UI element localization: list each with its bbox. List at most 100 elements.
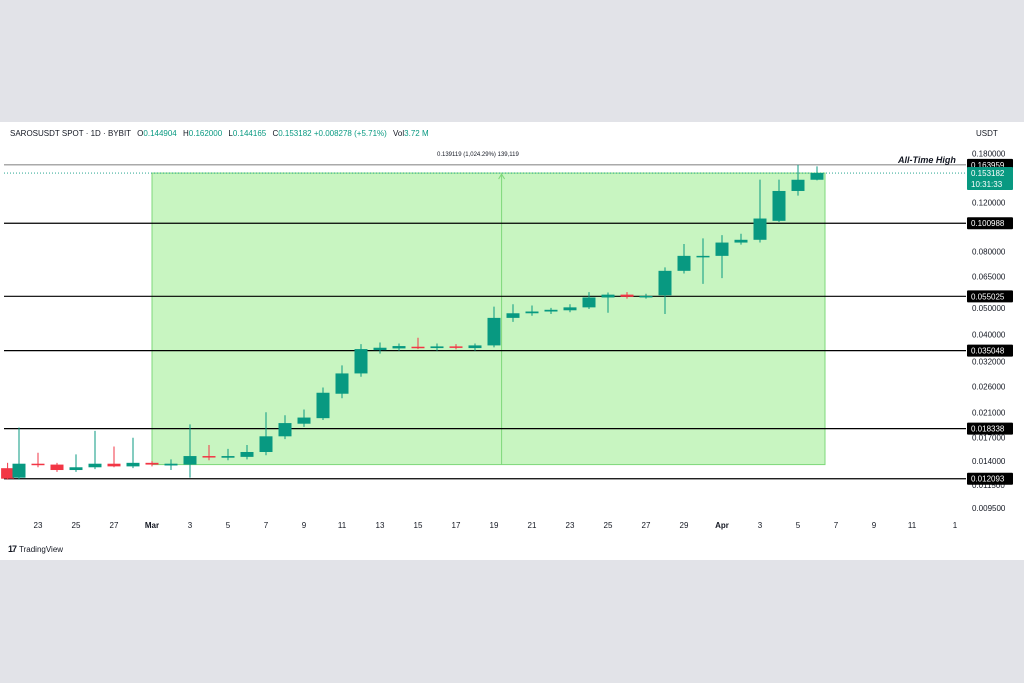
level-price-label: 0.055025 xyxy=(971,292,1005,301)
x-tick-label: 5 xyxy=(226,521,231,530)
x-tick-label: 7 xyxy=(834,521,839,530)
x-tick-label: 27 xyxy=(642,521,651,530)
tradingview-logo[interactable]: 17 TradingView xyxy=(8,544,63,554)
change-value: +0.008278 (+5.71%) xyxy=(313,129,387,138)
candle-body xyxy=(373,347,387,351)
tradingview-logo-icon: 17 xyxy=(8,544,17,554)
y-tick-label: 0.050000 xyxy=(972,304,1006,313)
x-tick-label: 23 xyxy=(566,521,575,530)
symbol-legend: SAROSUSDT SPOT · 1D · BYBIT O0.144904 H0… xyxy=(10,129,429,138)
candle-body xyxy=(259,436,273,452)
x-tick-label: 3 xyxy=(188,521,193,530)
candle-body xyxy=(240,451,254,457)
level-price-label: 0.035048 xyxy=(971,347,1005,356)
candle-body xyxy=(69,467,83,471)
y-tick-label: 0.180000 xyxy=(972,150,1006,159)
candle-body xyxy=(525,311,539,314)
y-tick-label: 0.040000 xyxy=(972,331,1006,340)
y-tick-label: 0.026000 xyxy=(972,383,1006,392)
x-tick-label: 13 xyxy=(376,521,385,530)
candle-body xyxy=(620,294,634,297)
candle-body xyxy=(563,307,577,311)
x-tick-label: 21 xyxy=(528,521,537,530)
countdown-label: 10:31:33 xyxy=(971,180,1003,189)
candle-body xyxy=(392,346,406,349)
candle-body xyxy=(772,190,786,221)
candle-body xyxy=(506,313,520,318)
candle-body xyxy=(354,349,368,374)
x-tick-label: 15 xyxy=(414,521,423,530)
candle-body xyxy=(791,179,805,191)
time-axis[interactable]: 23 25 27 Mar 3 5 7 9 11 13 15 17 19 21 23 25 27 29 Apr 3 5 7 9… xyxy=(34,521,958,530)
last-price-label: 0.153182 xyxy=(971,169,1005,178)
x-tick-label: 1 xyxy=(953,521,958,530)
candle-body xyxy=(582,297,596,308)
chart-panel[interactable]: 0.1800000.1500000.1200000.1000000.080000… xyxy=(0,122,1024,560)
tradingview-wordmark: TradingView xyxy=(19,544,64,554)
x-tick-label: 11 xyxy=(908,521,917,530)
y-tick-label: 0.080000 xyxy=(972,247,1006,256)
candle-body xyxy=(1,468,15,479)
x-tick-label: Mar xyxy=(145,521,159,530)
candle-body xyxy=(316,392,330,419)
volume-value: 3.72 M xyxy=(404,129,429,138)
x-tick-label: Apr xyxy=(715,521,729,530)
x-tick-label: 17 xyxy=(452,521,461,530)
candle-body xyxy=(202,456,216,458)
candle-body xyxy=(12,463,26,478)
candle-body xyxy=(677,255,691,271)
candle-body xyxy=(88,463,102,468)
candle-body xyxy=(715,242,729,256)
symbol-name[interactable]: SAROSUSDT SPOT · 1D · BYBIT xyxy=(10,129,131,138)
candle-body xyxy=(278,423,292,437)
x-tick-label: 19 xyxy=(490,521,499,530)
candle-body xyxy=(183,456,197,465)
x-tick-label: 25 xyxy=(72,521,81,530)
candle-body xyxy=(639,295,653,298)
y-tick-label: 0.065000 xyxy=(972,272,1006,281)
candle-body xyxy=(810,173,824,180)
candle-body xyxy=(696,255,710,258)
candle-body xyxy=(487,317,501,346)
candle-body xyxy=(601,294,615,298)
candle-body xyxy=(658,270,672,296)
y-tick-label: 0.014000 xyxy=(972,457,1006,466)
candle-body xyxy=(449,346,463,348)
x-tick-label: 3 xyxy=(758,521,763,530)
currency-label[interactable]: USDT xyxy=(976,129,998,138)
candle-body xyxy=(297,417,311,424)
y-tick-label: 0.021000 xyxy=(972,408,1006,417)
candle-body xyxy=(164,463,178,466)
all-time-high-label: All-Time High xyxy=(898,155,956,165)
x-tick-label: 7 xyxy=(264,521,269,530)
level-price-label: 0.100988 xyxy=(971,219,1005,228)
y-tick-label: 0.120000 xyxy=(972,198,1006,207)
level-price-label: 0.018338 xyxy=(971,425,1005,434)
price-axis[interactable]: 0.1800000.1500000.1200000.1000000.080000… xyxy=(967,150,1013,513)
candle-body xyxy=(430,346,444,349)
chart-canvas[interactable]: 0.1800000.1500000.1200000.1000000.080000… xyxy=(0,122,1024,560)
level-price-label: 0.012093 xyxy=(971,475,1005,484)
candle-body xyxy=(335,373,349,394)
candle-body xyxy=(734,239,748,243)
x-tick-label: 11 xyxy=(338,521,347,530)
volume-label: Vol xyxy=(393,129,405,138)
measure-label: 0.139119 (1,024.29%) 139,119 xyxy=(437,152,519,158)
x-tick-label: 29 xyxy=(680,521,689,530)
candle-body xyxy=(50,464,64,471)
x-tick-label: 23 xyxy=(34,521,43,530)
candle-body xyxy=(544,309,558,312)
open-value: 0.144904 xyxy=(143,129,177,138)
x-tick-label: 25 xyxy=(604,521,613,530)
x-tick-label: 9 xyxy=(302,521,307,530)
y-tick-label: 0.032000 xyxy=(972,358,1006,367)
x-tick-label: 27 xyxy=(110,521,119,530)
candle-body xyxy=(145,462,159,465)
candle-body xyxy=(753,218,767,240)
x-tick-label: 9 xyxy=(872,521,877,530)
candle-body xyxy=(107,463,121,467)
candle-body xyxy=(468,345,482,349)
candle-body xyxy=(411,346,425,349)
y-tick-label: 0.017000 xyxy=(972,434,1006,443)
candle-body xyxy=(126,462,140,467)
